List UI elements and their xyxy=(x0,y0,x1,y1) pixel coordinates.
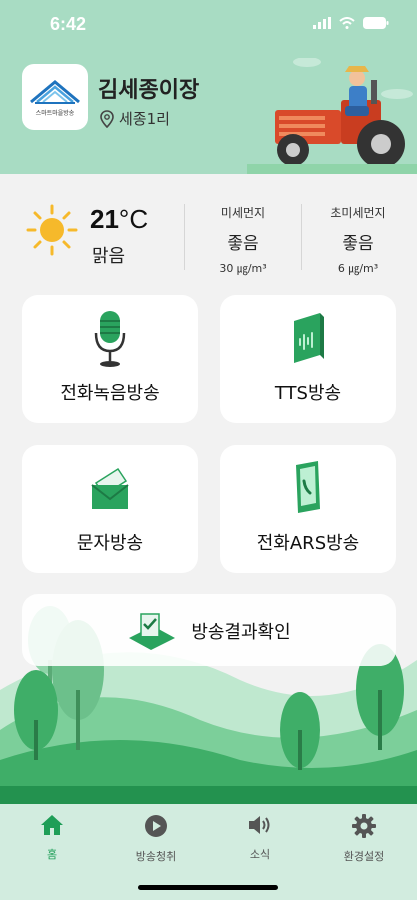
signal-icon xyxy=(313,17,331,29)
home-indicator[interactable] xyxy=(138,885,278,890)
location-pin-icon xyxy=(100,109,114,128)
tab-listen-label: 방송청취 xyxy=(135,850,177,863)
ultrafine-dust-grade: 좋음 xyxy=(342,234,374,254)
tab-home[interactable]: 홈 xyxy=(0,814,104,862)
status-time: 6:42 xyxy=(50,14,87,34)
ballot-check-icon xyxy=(129,613,176,650)
fine-dust-grade: 좋음 xyxy=(227,234,259,254)
temperature-unit: °C xyxy=(118,204,149,234)
text-broadcast-label: 문자방송 xyxy=(76,533,144,554)
fine-dust-label: 미세먼지 xyxy=(220,206,266,220)
tractor-illustration xyxy=(247,58,417,174)
smartphone-icon xyxy=(296,461,320,513)
tab-home-label: 홈 xyxy=(46,848,58,861)
status-icons xyxy=(313,17,389,29)
gear-icon xyxy=(352,814,376,838)
sun-icon xyxy=(26,204,78,256)
header: 스마트마을방송 김세종이장 세종1리 xyxy=(0,46,417,174)
tab-settings[interactable]: 환경설정 xyxy=(312,814,416,864)
tab-news[interactable]: 소식 xyxy=(208,814,312,862)
ultrafine-dust-value: 6 ㎍/m³ xyxy=(337,262,379,275)
phone-recording-broadcast-label: 전화녹음방송 xyxy=(60,383,160,404)
tab-news-label: 소식 xyxy=(249,848,271,861)
envelope-icon xyxy=(91,467,129,509)
divider xyxy=(184,204,185,270)
speaker-icon xyxy=(249,816,270,834)
village-name: 김세종이장 xyxy=(98,78,200,103)
tab-bar: 홈 방송청취 소식 환경설정 xyxy=(0,804,417,900)
tts-broadcast-button[interactable]: TTS방송 xyxy=(220,295,396,423)
ultrafine-dust: 초미세먼지 좋음 6 ㎍/m³ xyxy=(308,204,408,276)
home-icon xyxy=(41,815,63,835)
location: 세종1리 xyxy=(100,108,170,129)
phone-ars-broadcast-button[interactable]: 전화ARS방송 xyxy=(220,445,396,573)
broadcast-result-button[interactable]: 방송결과확인 xyxy=(22,594,396,666)
tts-broadcast-label: TTS방송 xyxy=(274,383,342,404)
fine-dust-value: 30 ㎍/m³ xyxy=(219,262,267,275)
status-bar: 6:42 xyxy=(0,0,417,46)
divider xyxy=(301,204,302,270)
tab-settings-label: 환경설정 xyxy=(343,850,385,863)
broadcast-result-label: 방송결과확인 xyxy=(191,622,291,643)
tab-listen[interactable]: 방송청취 xyxy=(104,814,208,864)
battery-icon xyxy=(363,17,389,29)
temperature-value: 21 xyxy=(90,204,119,234)
fine-dust: 미세먼지 좋음 30 ㎍/m³ xyxy=(193,204,293,276)
app-logo: 스마트마을방송 xyxy=(22,64,88,130)
logo-caption: 스마트마을방송 xyxy=(35,109,75,117)
temperature: 21°C xyxy=(90,204,148,235)
phone-ars-broadcast-label: 전화ARS방송 xyxy=(256,533,360,554)
weather-condition: 맑음 xyxy=(92,246,126,267)
broadcast-result-content: 방송결과확인 xyxy=(22,610,396,652)
broadcast-logo-icon xyxy=(30,79,80,104)
phone-recording-broadcast-button[interactable]: 전화녹음방송 xyxy=(22,295,198,423)
play-icon xyxy=(145,815,167,837)
wifi-icon xyxy=(339,17,355,29)
tts-book-icon xyxy=(294,313,324,363)
microphone-icon xyxy=(94,311,126,367)
text-broadcast-button[interactable]: 문자방송 xyxy=(22,445,198,573)
weather-panel: 21°C 맑음 미세먼지 좋음 30 ㎍/m³ 초미세먼지 좋음 6 ㎍/m³ xyxy=(0,174,417,284)
ultrafine-dust-label: 초미세먼지 xyxy=(330,206,386,220)
location-label: 세종1리 xyxy=(119,110,170,128)
